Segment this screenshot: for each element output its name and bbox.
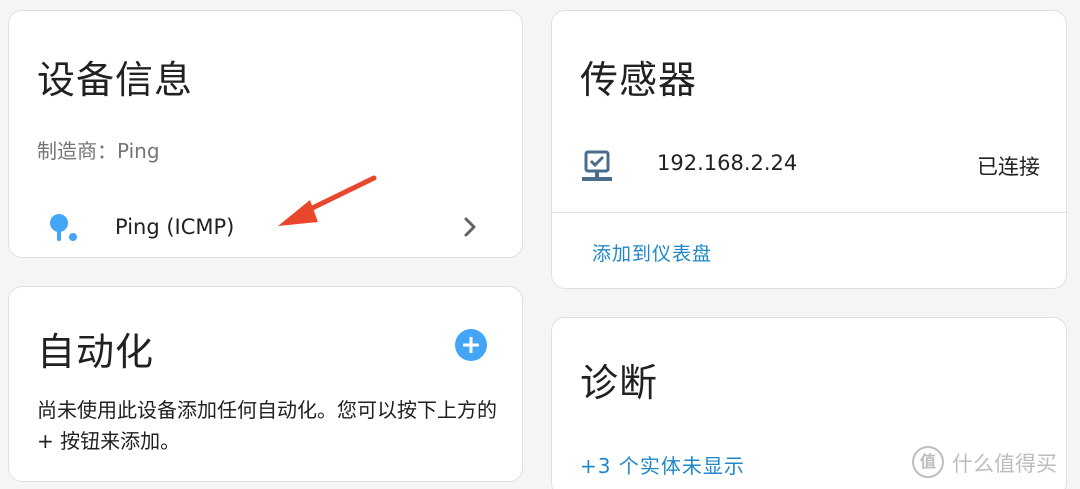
watermark-logo: 值	[912, 446, 944, 478]
sensor-entity-state: 已连接	[977, 155, 1040, 179]
divider	[552, 212, 1066, 213]
ping-pong-icon	[50, 214, 77, 241]
device-info-title: 设备信息	[37, 58, 194, 102]
automation-card: 自动化 尚未使用此设备添加任何自动化。您可以按下上方的 + 按钮来添加。	[8, 286, 523, 482]
sensors-title: 传感器	[580, 58, 698, 102]
watermark-text: 什么值得买	[952, 452, 1057, 476]
sensor-entity-row[interactable]: 192.168.2.24 已连接	[552, 123, 1066, 209]
hidden-entities-link[interactable]: +3 个实体未显示	[580, 450, 745, 479]
integration-label: Ping (ICMP)	[115, 215, 235, 239]
integration-row[interactable]: Ping (ICMP)	[9, 191, 522, 267]
manufacturer-text: 制造商：Ping	[37, 139, 160, 163]
network-monitor-icon	[582, 150, 612, 181]
diagnostics-title: 诊断	[580, 361, 659, 405]
automation-description: 尚未使用此设备添加任何自动化。您可以按下上方的 + 按钮来添加。	[37, 398, 497, 453]
annotation-arrow-icon	[278, 175, 377, 226]
device-info-card: 设备信息 制造商：Ping Ping (ICMP)	[8, 10, 523, 258]
automation-title: 自动化	[37, 330, 155, 374]
add-to-dashboard-button[interactable]: 添加到仪表盘	[592, 239, 712, 266]
sensor-entity-name: 192.168.2.24	[657, 151, 798, 175]
sensors-card: 传感器 192.168.2.24 已连接 添加到仪表盘	[551, 10, 1067, 289]
add-automation-button[interactable]	[455, 329, 487, 361]
chevron-right-icon	[464, 217, 476, 237]
